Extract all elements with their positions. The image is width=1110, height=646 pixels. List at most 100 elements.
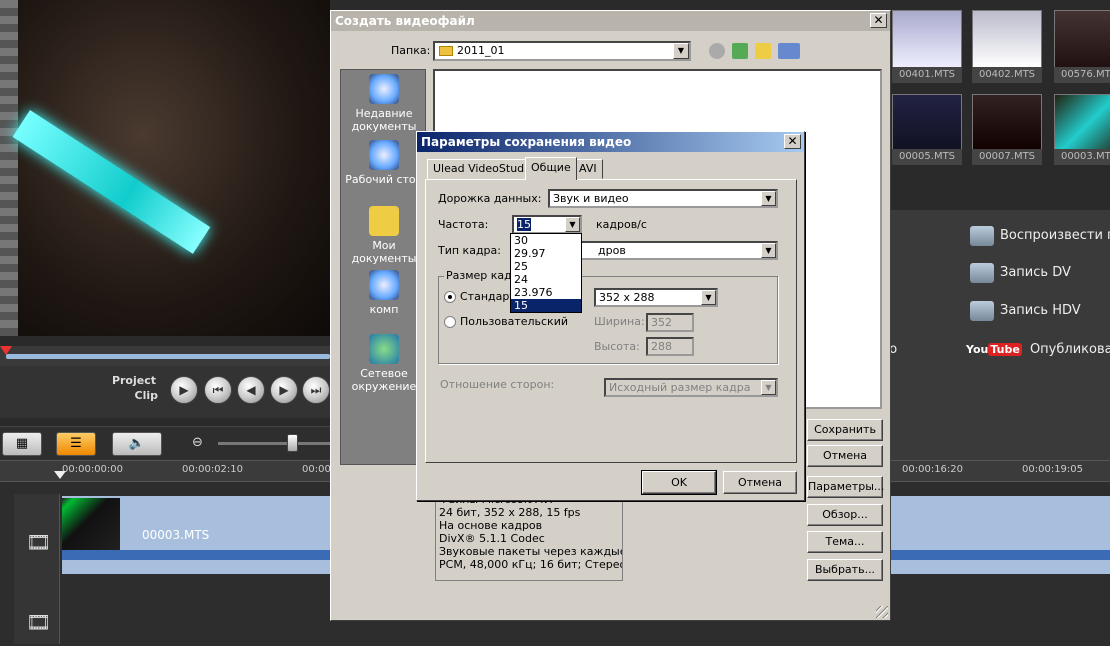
aspect-ratio-value: Исходный размер кадра <box>609 381 751 394</box>
frame-rate-option[interactable]: 23.976 <box>511 286 581 299</box>
chevron-down-icon[interactable]: ▼ <box>761 191 776 206</box>
cancel-button[interactable]: Отмена <box>807 445 883 467</box>
library-clip-thumbnail[interactable] <box>892 94 962 152</box>
custom-size-label[interactable]: Пользовательский <box>460 315 568 328</box>
ok-button[interactable]: OK <box>641 470 717 495</box>
place-label: Мои документы <box>351 239 417 265</box>
home-icon[interactable]: ⏮ <box>204 376 232 404</box>
place-documents[interactable]: Мои документы <box>341 206 427 265</box>
place-label: Сетевое окружение <box>351 367 417 393</box>
chevron-down-icon[interactable]: ▼ <box>673 43 689 59</box>
standard-size-radio[interactable] <box>444 291 456 303</box>
transparency-checker <box>0 0 18 336</box>
standard-size-value: 352 x 288 <box>599 291 655 304</box>
close-icon[interactable]: ✕ <box>784 134 801 149</box>
tab-avi[interactable]: AVI <box>573 159 603 179</box>
frame-rate-option[interactable]: 15 <box>511 299 581 312</box>
height-label: Высота: <box>594 340 640 353</box>
video-track-icon: 🎞 <box>26 530 52 554</box>
play-project-item[interactable]: Воспроизвести п <box>970 226 1110 246</box>
library-clip-thumbnail[interactable] <box>1054 94 1110 152</box>
frame-rate-dropdown-list[interactable]: 30 29.97 25 24 23.976 15 <box>510 233 582 313</box>
close-icon[interactable]: ✕ <box>870 13 887 28</box>
next-frame-icon[interactable]: ▶ <box>270 376 298 404</box>
playhead-icon[interactable] <box>54 471 66 479</box>
computer-icon <box>369 270 399 300</box>
up-folder-icon[interactable] <box>732 43 748 59</box>
place-desktop[interactable]: Рабочий стол <box>341 140 427 186</box>
library-clip-name: 00402.MTS <box>972 67 1042 83</box>
preview-scrubber[interactable] <box>0 346 330 366</box>
frame-rate-option[interactable]: 24 <box>511 273 581 286</box>
chevron-down-icon[interactable]: ▼ <box>761 243 776 258</box>
library-clip-thumbnail[interactable] <box>972 10 1042 68</box>
place-label: комп <box>369 303 399 316</box>
tab-ulead-videostudio[interactable]: Ulead VideoStudio <box>427 159 540 179</box>
library-clip-name: 00401.MTS <box>892 67 962 83</box>
save-button[interactable]: Сохранить <box>807 419 883 441</box>
select-button[interactable]: Выбрать... <box>807 559 883 581</box>
frame-rate-option[interactable]: 29.97 <box>511 247 581 260</box>
storyboard-view-icon[interactable]: ▦ <box>2 432 42 456</box>
data-track-select[interactable]: Звук и видео ▼ <box>548 189 778 208</box>
ruler-tick: 00:00:02:10 <box>182 464 244 475</box>
browse-button[interactable]: Обзор... <box>807 504 883 526</box>
view-toolbar: ▦ ☰ 🔈 ⊖ <box>0 426 330 460</box>
library-clip-thumbnail[interactable] <box>892 10 962 68</box>
info-line: PCM, 48,000 кГц; 16 бит; Стерео <box>439 558 623 571</box>
aspect-ratio-label: Отношение сторон: <box>440 378 555 391</box>
library-clip-name: 00003.MTS <box>1054 149 1110 165</box>
frame-rate-select[interactable]: 15 ▼ <box>512 215 582 234</box>
publish-label: Опубликоват <box>1029 342 1110 357</box>
library-clip-thumbnail[interactable] <box>972 94 1042 152</box>
info-line: DivX® 5.1.1 Codec <box>439 532 545 545</box>
scrubber-marker-icon[interactable] <box>0 346 12 355</box>
video-preview <box>0 0 330 336</box>
clip-label[interactable]: Clip <box>135 389 159 402</box>
frame-rate-option[interactable]: 25 <box>511 260 581 273</box>
resize-grip-icon[interactable] <box>876 606 888 618</box>
frame-type-value: дров <box>598 244 626 257</box>
library-clip-name: 00007.MTS <box>972 149 1042 165</box>
previous-frame-icon[interactable]: ◀ <box>237 376 265 404</box>
play-icon[interactable]: ▶ <box>170 376 198 404</box>
record-dv-item[interactable]: Запись DV <box>970 263 1071 283</box>
chevron-down-icon[interactable]: ▼ <box>761 380 776 395</box>
zoom-slider-track[interactable] <box>218 442 330 445</box>
share-panel: Воспроизвести п Запись DV Запись HDV тво… <box>874 210 1110 460</box>
place-recent[interactable]: Недавние документы <box>341 74 427 133</box>
aspect-ratio-select[interactable]: Исходный размер кадра ▼ <box>604 378 778 397</box>
publish-youtube-item[interactable]: YouTube Опубликоват <box>966 342 1110 357</box>
project-label[interactable]: Project <box>112 374 156 387</box>
track-headers: 🎞 🎞 <box>14 494 60 644</box>
library-clip-thumbnail[interactable] <box>1054 10 1110 68</box>
tab-general[interactable]: Общие <box>525 157 577 180</box>
options-button[interactable]: Параметры... <box>807 476 884 498</box>
frame-type-select[interactable]: дров ▼ <box>548 241 778 260</box>
view-menu-icon[interactable] <box>778 43 800 59</box>
end-icon[interactable]: ⏭ <box>302 376 330 404</box>
chevron-down-icon[interactable]: ▼ <box>565 217 580 232</box>
back-icon[interactable] <box>709 43 725 59</box>
chevron-down-icon[interactable]: ▼ <box>701 290 716 305</box>
audio-view-icon[interactable]: 🔈 <box>112 432 162 456</box>
folder-icon <box>439 46 453 56</box>
height-input[interactable]: 288 <box>646 337 694 356</box>
timeline-view-icon[interactable]: ☰ <box>56 432 96 456</box>
folder-select[interactable]: 2011_01 ▼ <box>433 41 691 61</box>
zoom-out-icon[interactable]: ⊖ <box>192 435 203 450</box>
clip-thumbnail[interactable] <box>62 498 120 558</box>
standard-size-select[interactable]: 352 x 288 ▼ <box>594 288 718 307</box>
cancel-button[interactable]: Отмена <box>723 471 797 494</box>
scrubber-track[interactable] <box>6 354 330 359</box>
frame-rate-option[interactable]: 30 <box>511 234 581 247</box>
overlay-track-icon: 🎞 <box>26 610 52 634</box>
theme-button[interactable]: Тема... <box>807 531 883 553</box>
width-input[interactable]: 352 <box>646 313 694 332</box>
place-network[interactable]: Сетевое окружение <box>341 334 427 393</box>
zoom-slider-thumb[interactable] <box>287 434 298 452</box>
record-hdv-item[interactable]: Запись HDV <box>970 301 1081 321</box>
new-folder-icon[interactable] <box>755 43 771 59</box>
place-computer[interactable]: комп <box>341 270 427 316</box>
custom-size-radio[interactable] <box>444 316 456 328</box>
